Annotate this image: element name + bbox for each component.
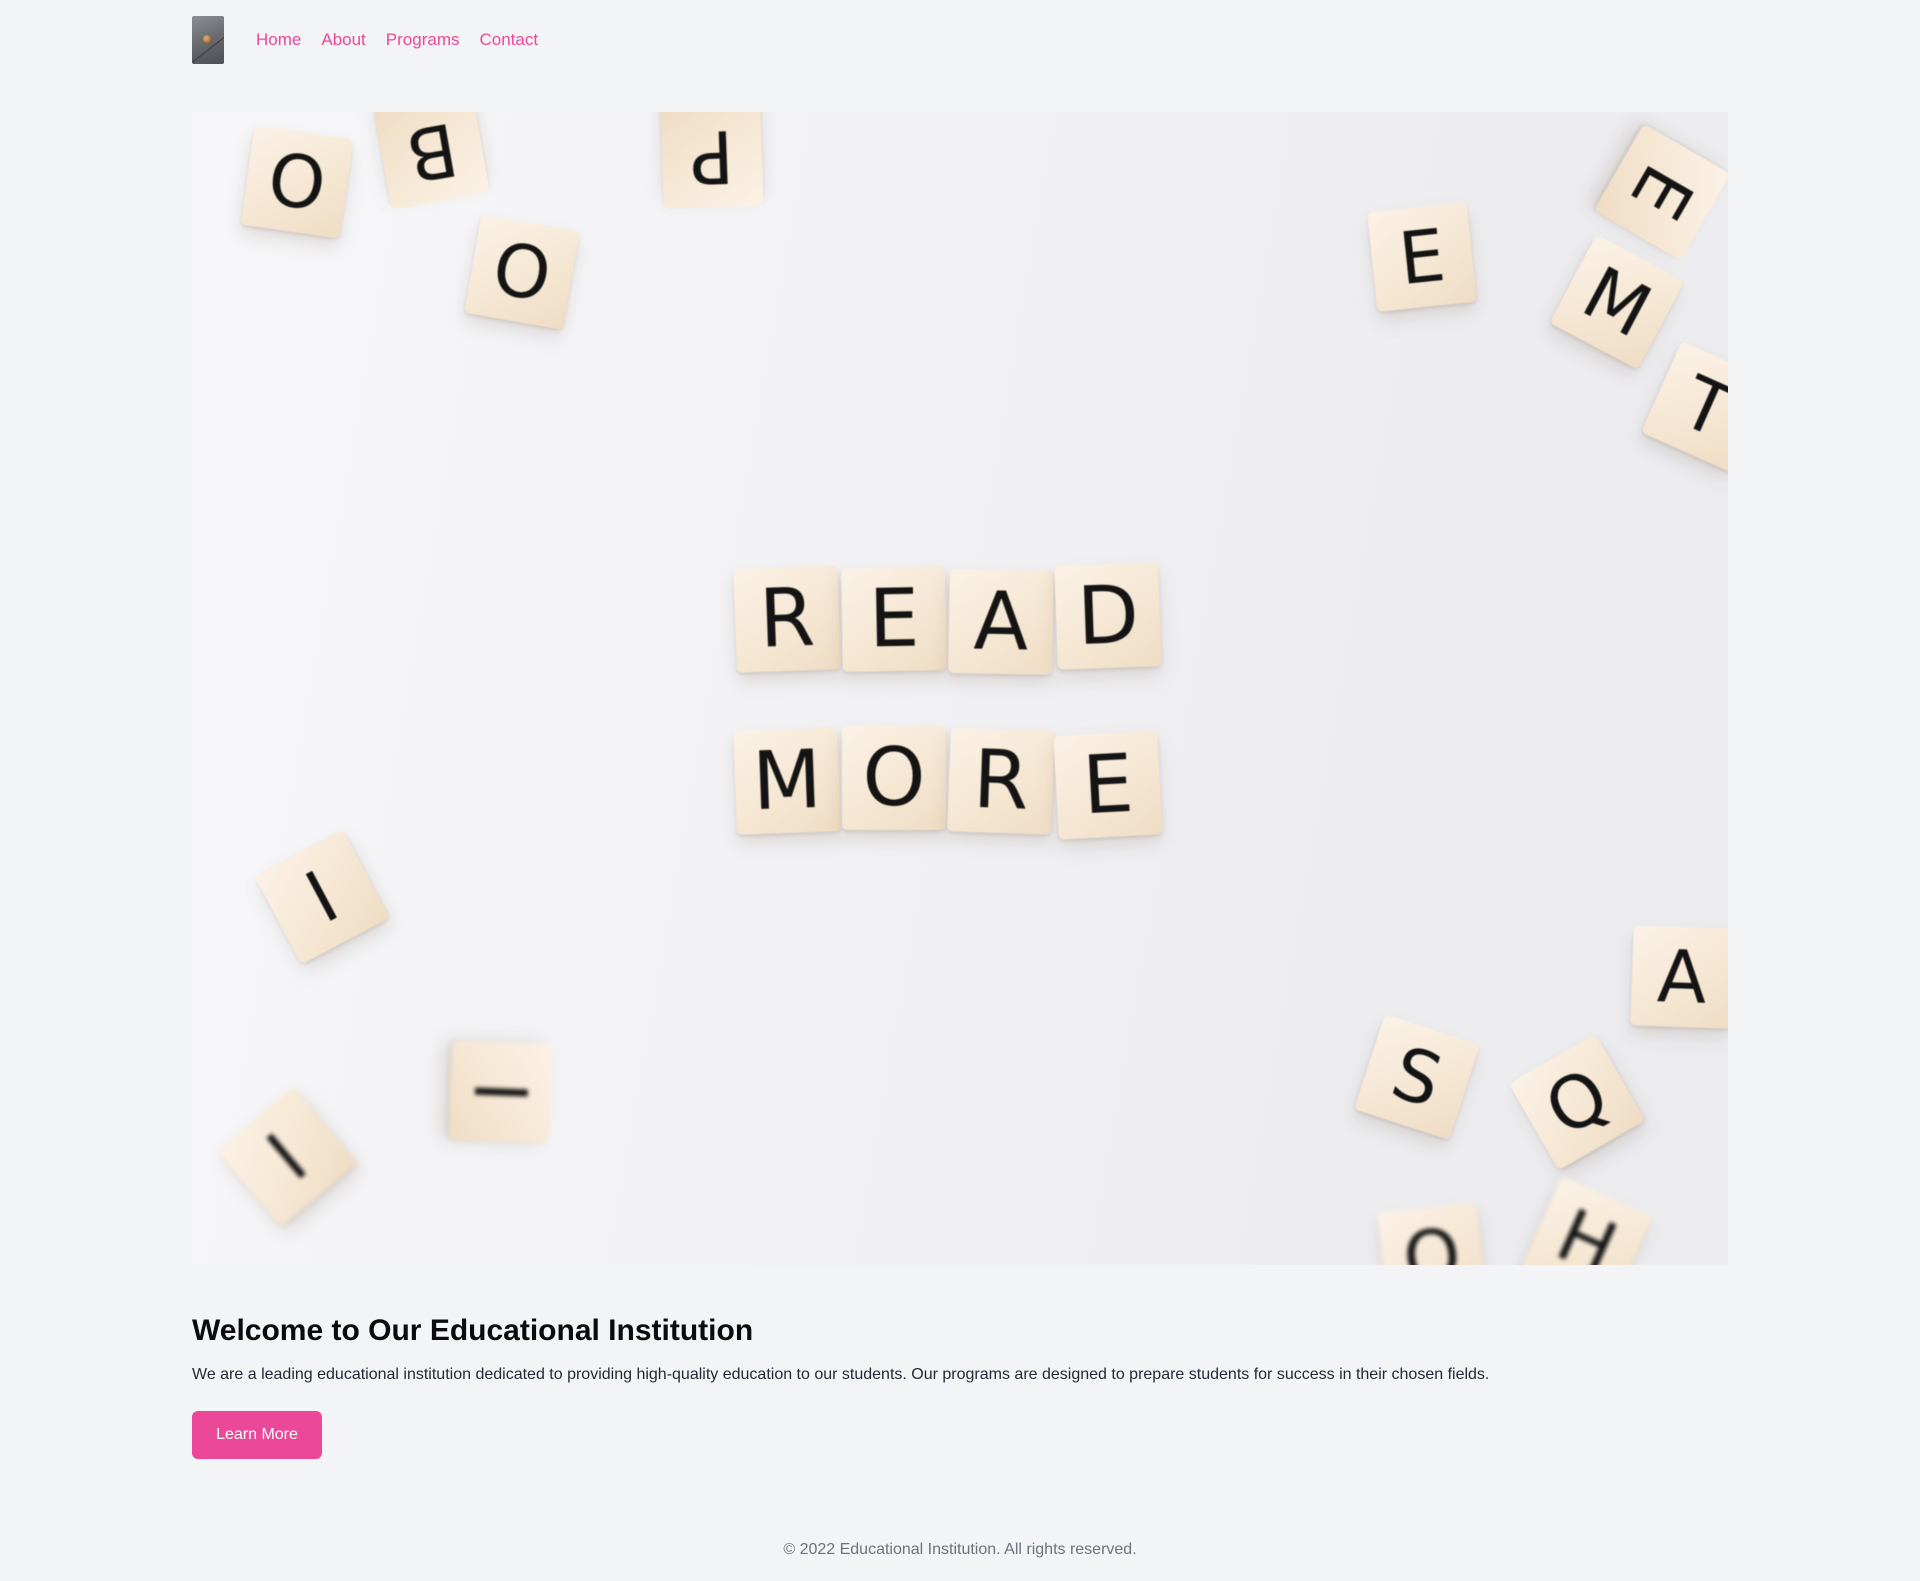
logo-mark-icon <box>203 35 211 43</box>
hero-tile: M <box>733 727 841 835</box>
hero-tile: E <box>1053 730 1163 840</box>
hero-tile: A <box>1630 925 1728 1029</box>
site-header: Home About Programs Contact <box>192 0 1728 80</box>
intro-paragraph: We are a leading educational institution… <box>192 1366 1490 1383</box>
hero-tile: O <box>842 726 946 830</box>
hero-tile: B <box>374 112 490 210</box>
nav-link-contact[interactable]: Contact <box>479 30 538 50</box>
hero-tile: H <box>1520 1175 1654 1265</box>
hero-tile: I <box>448 1040 552 1144</box>
hero-tile: E <box>841 566 947 672</box>
hero-tile: I <box>216 1086 358 1228</box>
hero-tile: D <box>1054 562 1162 670</box>
hero-tile: Q <box>1508 1033 1646 1171</box>
welcome-section: Welcome to Our Educational Institution W… <box>192 1313 1728 1459</box>
page-container: Home About Programs Contact R E A D M O … <box>192 0 1728 1459</box>
hero-tile: R <box>947 727 1055 835</box>
hero-image: R E A D M O R E O B O P E E M T I I I A … <box>192 112 1728 1265</box>
hero-tile: E <box>1593 123 1728 261</box>
hero-tile: S <box>1353 1013 1481 1141</box>
page-title: Welcome to Our Educational Institution <box>192 1314 754 1347</box>
nav-link-programs[interactable]: Programs <box>386 30 460 50</box>
hero-tile: I <box>254 829 390 965</box>
hero-tile: T <box>1640 340 1728 474</box>
nav-link-about[interactable]: About <box>321 30 365 50</box>
hero-tile: O <box>464 214 580 330</box>
hero-tile: A <box>948 569 1054 675</box>
hero-tile: M <box>1549 234 1685 370</box>
main-nav: Home About Programs Contact <box>256 30 538 50</box>
hero-tile: O <box>1377 1202 1487 1265</box>
site-footer: © 2022 Educational Institution. All righ… <box>0 1540 1920 1560</box>
copyright-text: © 2022 Educational Institution. All righ… <box>783 1541 1137 1558</box>
learn-more-button[interactable]: Learn More <box>192 1411 322 1459</box>
hero-tile: P <box>660 112 764 209</box>
hero-tile: R <box>733 565 841 673</box>
hero-tile: O <box>240 125 354 239</box>
nav-link-home[interactable]: Home <box>256 30 301 50</box>
hero-tile: E <box>1367 202 1477 312</box>
logo[interactable] <box>192 16 224 64</box>
